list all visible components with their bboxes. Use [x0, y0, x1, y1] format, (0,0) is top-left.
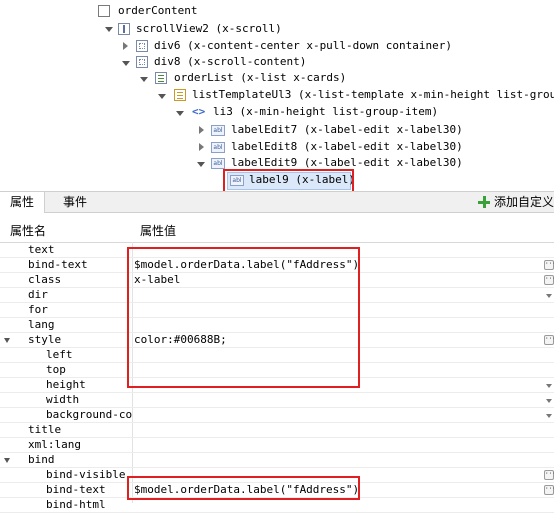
edit-ellipsis-button[interactable]: ··· — [544, 470, 554, 480]
dropdown-arrow-icon[interactable] — [546, 384, 552, 388]
collapse-arrow-icon[interactable] — [197, 162, 205, 167]
edit-ellipsis-button[interactable]: ··· — [544, 485, 554, 495]
highlight-box-properties — [127, 247, 360, 388]
dropdown-arrow-icon[interactable] — [546, 399, 552, 403]
property-name: style — [28, 333, 62, 346]
property-name: title — [28, 423, 62, 436]
property-row-bind[interactable]: bind — [0, 453, 554, 468]
column-header-name: 属性名 — [10, 224, 47, 238]
tree-node-label: orderContent — [118, 4, 198, 17]
property-row-bind-html[interactable]: bind-html — [0, 498, 554, 513]
property-name: background-col — [46, 408, 132, 421]
add-custom-label: 添加自定义 — [493, 195, 554, 209]
collapse-arrow-icon[interactable] — [176, 111, 184, 116]
tree-node-label: scrollView2 (x-scroll) — [136, 22, 282, 35]
tree-node-label: orderList (x-list x-cards) — [174, 71, 347, 84]
property-name: top — [46, 363, 66, 376]
property-name: bind — [28, 453, 55, 466]
edit-ellipsis-button[interactable]: ··· — [544, 260, 554, 270]
div-icon — [136, 56, 148, 68]
property-name: dir — [28, 288, 48, 301]
column-header-value: 属性值 — [140, 224, 177, 238]
property-name: for — [28, 303, 48, 316]
property-name: bind-html — [46, 498, 106, 511]
element-icon — [98, 5, 110, 17]
property-name: lang — [28, 318, 55, 331]
property-name: bind-text — [46, 483, 106, 496]
add-custom-property-button[interactable]: 添加自定义 — [477, 192, 554, 213]
highlight-box-selected-node — [223, 169, 354, 193]
property-name: width — [46, 393, 80, 406]
scroll-icon — [118, 23, 130, 35]
property-row-width[interactable]: width — [0, 393, 554, 408]
expand-arrow-icon[interactable] — [199, 143, 204, 151]
edit-ellipsis-button[interactable]: ··· — [544, 335, 554, 345]
tree-node-label: div6 (x-content-center x-pull-down conta… — [154, 39, 453, 52]
add-icon — [477, 196, 490, 208]
tab-label: 事件 — [63, 195, 88, 209]
label-icon: abl — [211, 142, 225, 153]
edit-ellipsis-button[interactable]: ··· — [544, 275, 554, 285]
tag-icon: <> — [192, 105, 206, 118]
collapse-arrow-icon[interactable] — [105, 27, 113, 32]
property-name: left — [46, 348, 73, 361]
tree-node-label: labelEdit8 (x-label-edit x-label30) — [231, 140, 463, 153]
property-name: bind-text — [28, 258, 88, 271]
label-icon: abl — [211, 158, 225, 169]
property-name: xml:lang — [28, 438, 81, 451]
tab-label: 属性 — [10, 195, 35, 209]
list-icon — [155, 72, 167, 84]
property-name: bind-visible — [46, 468, 126, 481]
property-name: height — [46, 378, 86, 391]
property-name: text — [28, 243, 55, 256]
properties-tab-bar: 属性 事件 添加自定义 — [0, 191, 554, 213]
property-row-xml-lang[interactable]: xml:lang — [0, 438, 554, 453]
tree-node-label: labelEdit7 (x-label-edit x-label30) — [231, 123, 463, 136]
property-row-background-color[interactable]: background-col — [0, 408, 554, 423]
list-template-icon — [174, 89, 186, 101]
dropdown-arrow-icon[interactable] — [546, 414, 552, 418]
tab-properties[interactable]: 属性 — [0, 192, 46, 213]
highlight-box-bind-text — [127, 476, 360, 500]
collapse-arrow-icon[interactable] — [4, 458, 10, 463]
property-row-title[interactable]: title — [0, 423, 554, 438]
collapse-arrow-icon[interactable] — [4, 338, 10, 343]
tab-events[interactable]: 事件 — [53, 192, 97, 213]
property-name: class — [28, 273, 62, 286]
tree-node-label: div8 (x-scroll-content) — [154, 55, 307, 68]
collapse-arrow-icon[interactable] — [122, 61, 130, 66]
collapse-arrow-icon[interactable] — [158, 94, 166, 99]
tree-node-label: li3 (x-min-height list-group-item) — [213, 105, 439, 118]
collapse-arrow-icon[interactable] — [140, 77, 148, 82]
div-icon — [136, 40, 148, 52]
property-grid-header: 属性名 属性值 — [0, 220, 554, 243]
tree-node-label: listTemplateUl3 (x-list-template x-min-h… — [192, 88, 554, 101]
expand-arrow-icon[interactable] — [123, 42, 128, 50]
expand-arrow-icon[interactable] — [199, 126, 204, 134]
dropdown-arrow-icon[interactable] — [546, 294, 552, 298]
label-icon: abl — [211, 125, 225, 136]
